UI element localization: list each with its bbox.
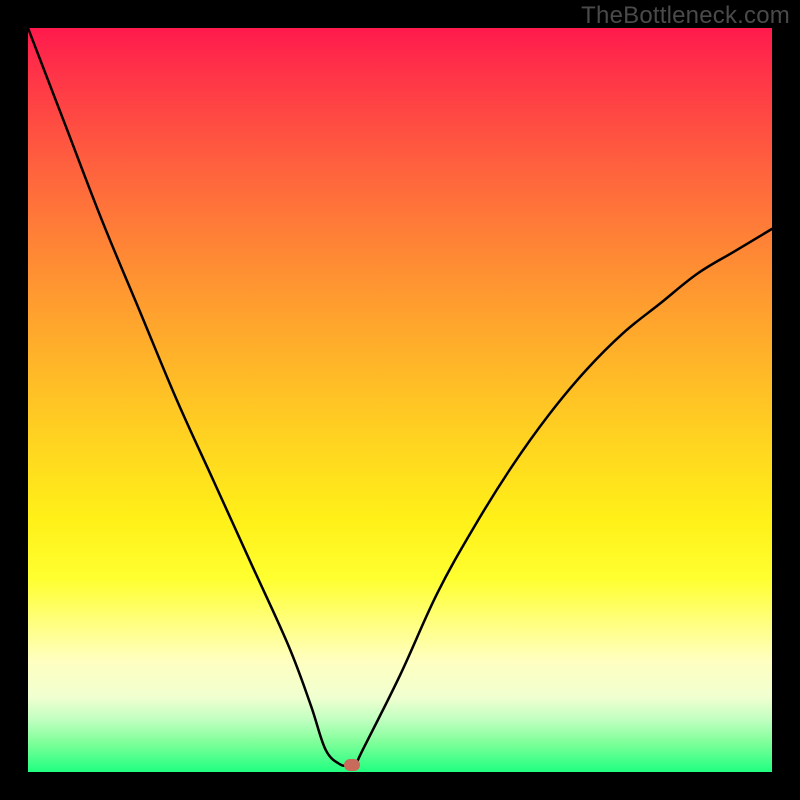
watermark-text: TheBottleneck.com [581, 2, 790, 30]
chart-plot-area [28, 28, 772, 772]
optimum-marker [344, 759, 360, 771]
bottleneck-curve [28, 28, 772, 772]
